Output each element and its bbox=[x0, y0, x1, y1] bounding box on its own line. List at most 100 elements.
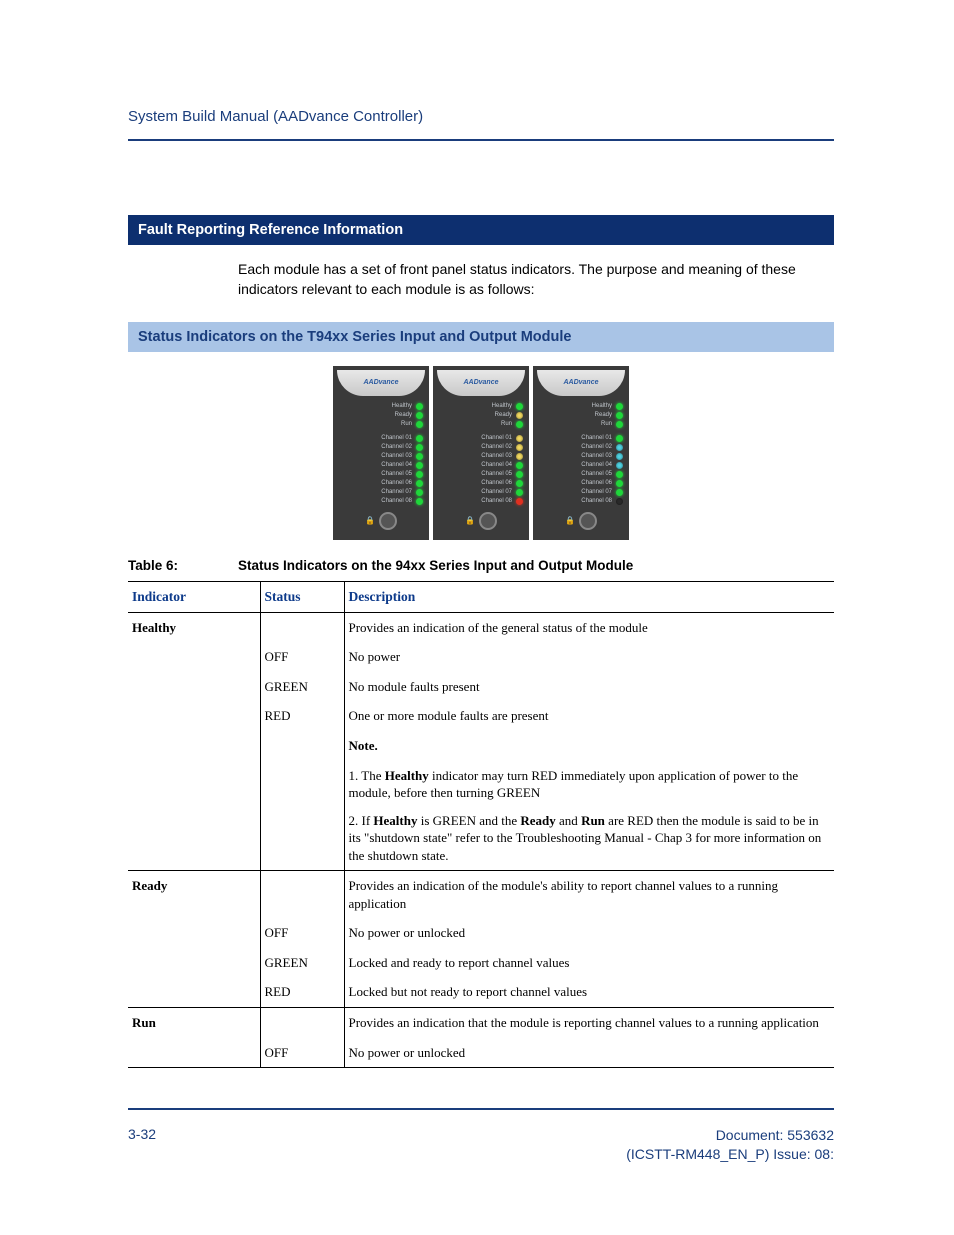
footer-rule bbox=[128, 1108, 834, 1110]
module-channel-row: Channel 07 bbox=[537, 488, 625, 497]
module-lock-area: 🔒 bbox=[337, 512, 425, 530]
status-cell: RED bbox=[260, 977, 344, 1007]
indicator-cell bbox=[128, 701, 260, 731]
module-channel-label: Channel 05 bbox=[339, 471, 412, 477]
lock-knob-icon bbox=[579, 512, 597, 530]
table-caption-number: Table 6: bbox=[128, 558, 238, 573]
led-icon bbox=[616, 435, 623, 442]
module-channel-label: Channel 08 bbox=[339, 498, 412, 504]
document-id: Document: 553632 bbox=[626, 1126, 834, 1146]
indicator-cell bbox=[128, 918, 260, 948]
status-cell: RED bbox=[260, 701, 344, 731]
indicator-cell bbox=[128, 642, 260, 672]
table-caption: Table 6: Status Indicators on the 94xx S… bbox=[128, 558, 834, 573]
module-lock-area: 🔒 bbox=[537, 512, 625, 530]
module-channel-label: Channel 07 bbox=[539, 489, 612, 495]
module-channel-row: Channel 05 bbox=[437, 470, 525, 479]
module-status-label: Ready bbox=[339, 412, 412, 418]
lock-knob-icon bbox=[379, 512, 397, 530]
status-cell: OFF bbox=[260, 1038, 344, 1068]
status-cell: OFF bbox=[260, 642, 344, 672]
led-icon bbox=[416, 480, 423, 487]
status-cell: GREEN bbox=[260, 672, 344, 702]
module-channel-label: Channel 05 bbox=[539, 471, 612, 477]
module-channel-label: Channel 02 bbox=[539, 444, 612, 450]
led-icon bbox=[616, 489, 623, 496]
module-channel-label: Channel 08 bbox=[439, 498, 512, 504]
led-icon bbox=[516, 462, 523, 469]
module-channel-row: Channel 07 bbox=[437, 488, 525, 497]
module-status-row: Run bbox=[337, 420, 425, 429]
module-status-row: Healthy bbox=[437, 402, 525, 411]
indicator-cell bbox=[128, 1038, 260, 1068]
table-header-row: IndicatorStatusDescription bbox=[128, 581, 834, 612]
table-row: HealthyProvides an indication of the gen… bbox=[128, 612, 834, 642]
module-status-row: Ready bbox=[437, 411, 525, 420]
document-issue: (ICSTT-RM448_EN_P) Issue: 08: bbox=[626, 1145, 834, 1165]
indicator-cell bbox=[128, 977, 260, 1007]
module-channel-row: Channel 06 bbox=[537, 479, 625, 488]
table-row: OFFNo power or unlocked bbox=[128, 918, 834, 948]
led-icon bbox=[616, 462, 623, 469]
module-channel-label: Channel 03 bbox=[539, 453, 612, 459]
module-channel-label: Channel 02 bbox=[339, 444, 412, 450]
table-row: OFFNo power or unlocked bbox=[128, 1038, 834, 1068]
table-header-status: Status bbox=[260, 581, 344, 612]
module-status-row: Run bbox=[437, 420, 525, 429]
table-row: REDLocked but not ready to report channe… bbox=[128, 977, 834, 1007]
module-status-row: Ready bbox=[337, 411, 425, 420]
description-cell: No module faults present bbox=[344, 672, 834, 702]
status-cell: GREEN bbox=[260, 948, 344, 978]
module-channel-row: Channel 02 bbox=[437, 443, 525, 452]
module-channel-row: Channel 02 bbox=[337, 443, 425, 452]
module-channel-row: Channel 04 bbox=[437, 461, 525, 470]
led-icon bbox=[616, 403, 623, 410]
module-channel-row: Channel 08 bbox=[537, 497, 625, 506]
module-channel-row: Channel 02 bbox=[537, 443, 625, 452]
table-row: ReadyProvides an indication of the modul… bbox=[128, 871, 834, 919]
table-header-description: Description bbox=[344, 581, 834, 612]
led-icon bbox=[516, 412, 523, 419]
table-row: GREENNo module faults present bbox=[128, 672, 834, 702]
running-header: System Build Manual (AADvance Controller… bbox=[128, 108, 834, 125]
lock-icon: 🔒 bbox=[365, 516, 375, 525]
indicator-name: Healthy bbox=[128, 612, 260, 642]
lock-icon: 🔒 bbox=[465, 516, 475, 525]
led-icon bbox=[516, 471, 523, 478]
table-row: 1. The Healthy indicator may turn RED im… bbox=[128, 761, 834, 871]
module-channel-row: Channel 08 bbox=[337, 497, 425, 506]
module-status-label: Healthy bbox=[339, 403, 412, 409]
table-header-indicator: Indicator bbox=[128, 581, 260, 612]
status-cell: OFF bbox=[260, 918, 344, 948]
indicator-cell bbox=[128, 761, 260, 871]
led-icon bbox=[616, 453, 623, 460]
led-icon bbox=[416, 489, 423, 496]
module-channel-label: Channel 03 bbox=[439, 453, 512, 459]
section-heading-fault-reporting: Fault Reporting Reference Information bbox=[128, 215, 834, 245]
module-channel-row: Channel 03 bbox=[337, 452, 425, 461]
module-channel-label: Channel 03 bbox=[339, 453, 412, 459]
led-icon bbox=[416, 444, 423, 451]
module-brand-cap: AADvance bbox=[437, 370, 525, 396]
module-status-label: Ready bbox=[439, 412, 512, 418]
module-unit: AADvanceHealthyReadyRunChannel 01Channel… bbox=[333, 366, 429, 540]
led-icon bbox=[516, 489, 523, 496]
description-cell: No power or unlocked bbox=[344, 918, 834, 948]
led-icon bbox=[516, 498, 523, 505]
module-channel-label: Channel 07 bbox=[439, 489, 512, 495]
led-icon bbox=[616, 421, 623, 428]
module-channel-row: Channel 06 bbox=[337, 479, 425, 488]
module-channel-row: Channel 01 bbox=[437, 434, 525, 443]
led-icon bbox=[616, 412, 623, 419]
module-channel-row: Channel 04 bbox=[537, 461, 625, 470]
module-unit: AADvanceHealthyReadyRunChannel 01Channel… bbox=[433, 366, 529, 540]
module-brand-cap: AADvance bbox=[537, 370, 625, 396]
module-channel-label: Channel 07 bbox=[339, 489, 412, 495]
module-status-row: Healthy bbox=[337, 402, 425, 411]
led-icon bbox=[416, 421, 423, 428]
module-status-row: Ready bbox=[537, 411, 625, 420]
status-cell bbox=[260, 1008, 344, 1038]
module-channel-label: Channel 01 bbox=[539, 435, 612, 441]
description-cell: Locked but not ready to report channel v… bbox=[344, 977, 834, 1007]
description-cell: Locked and ready to report channel value… bbox=[344, 948, 834, 978]
